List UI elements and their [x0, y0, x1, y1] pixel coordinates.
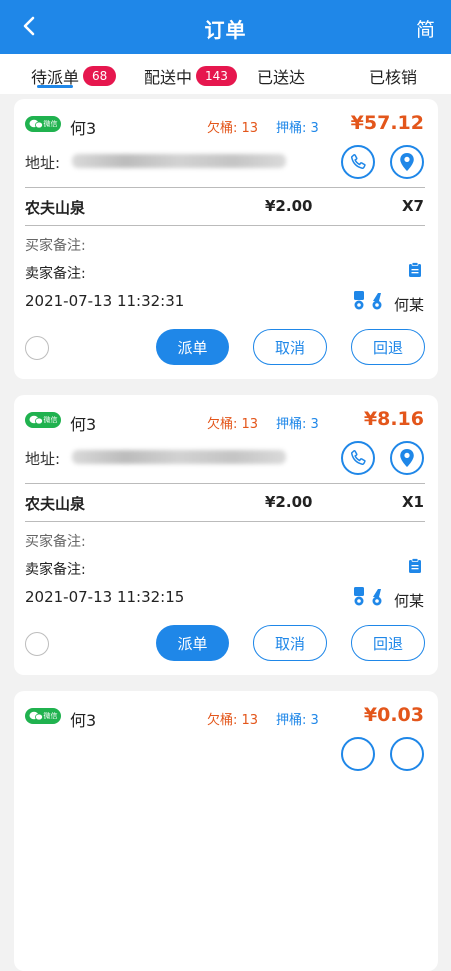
select-order-checkbox[interactable] [25, 632, 49, 656]
wechat-source-badge: 微信 [25, 116, 61, 132]
cancel-button[interactable]: 取消 [253, 329, 327, 365]
product-price: ¥2.00 [265, 197, 313, 215]
navigate-button[interactable] [390, 737, 424, 771]
return-button[interactable]: 回退 [351, 329, 425, 365]
owed-buckets: 欠桶: 13 [207, 417, 259, 432]
select-order-checkbox[interactable] [25, 336, 49, 360]
location-pin-icon [400, 153, 414, 171]
deposit-buckets: 押桶: 3 [276, 713, 319, 728]
address-label: 地址: [25, 154, 61, 172]
call-button[interactable] [341, 441, 375, 475]
address-value-blurred [72, 450, 286, 464]
customer-name: 何3 [70, 415, 97, 434]
buyer-note-label: 买家备注: [25, 238, 86, 254]
scooter-icon [353, 291, 382, 310]
wechat-source-badge: 微信 [25, 412, 61, 428]
product-name: 农夫山泉 [25, 199, 86, 217]
navigate-button[interactable] [390, 441, 424, 475]
wechat-icon [29, 119, 43, 129]
wechat-label: 微信 [43, 712, 58, 720]
deposit-buckets: 押桶: 3 [276, 121, 319, 136]
status-tabs: 待派单 68 配送中 143 已送达 已核销 [0, 54, 451, 94]
phone-icon [350, 154, 366, 170]
dispatch-button[interactable]: 派单 [156, 329, 229, 365]
language-toggle-button[interactable]: 简 [416, 15, 435, 42]
customer-name: 何3 [70, 711, 97, 730]
divider [25, 225, 425, 226]
count-badge: 143 [196, 66, 237, 86]
tab-delivered[interactable]: 已送达 [257, 64, 305, 88]
product-name: 农夫山泉 [25, 495, 86, 513]
page-title: 订单 [204, 18, 247, 42]
tab-label: 已送达 [257, 68, 306, 87]
owed-buckets: 欠桶: 13 [207, 121, 259, 136]
address-label: 地址: [25, 450, 61, 468]
divider [25, 483, 425, 484]
call-button[interactable] [341, 737, 375, 771]
location-pin-icon [400, 449, 414, 467]
active-tab-indicator [37, 85, 73, 88]
divider [25, 187, 425, 188]
order-time: 2021-07-13 11:32:31 [25, 292, 185, 310]
wechat-source-badge: 微信 [25, 708, 61, 724]
order-total: ¥8.16 [363, 408, 424, 430]
product-price: ¥2.00 [265, 493, 313, 511]
owed-buckets: 欠桶: 13 [207, 713, 259, 728]
wechat-icon [29, 415, 43, 425]
order-total: ¥0.03 [363, 704, 424, 726]
tab-delivering[interactable]: 配送中 143 [144, 64, 237, 88]
phone-icon [350, 450, 366, 466]
order-card: 微信 何3 欠桶: 13 押桶: 3 ¥8.16 地址: 农夫山泉 ¥2.00 … [14, 395, 438, 675]
order-time: 2021-07-13 11:32:15 [25, 588, 185, 606]
wechat-label: 微信 [43, 416, 58, 424]
order-card: 微信 何3 欠桶: 13 押桶: 3 ¥0.03 [14, 691, 438, 971]
order-total: ¥57.12 [350, 112, 424, 134]
divider [25, 521, 425, 522]
cancel-button[interactable]: 取消 [253, 625, 327, 661]
wechat-label: 微信 [43, 120, 58, 128]
navigate-button[interactable] [390, 145, 424, 179]
buyer-note-label: 买家备注: [25, 534, 86, 550]
call-button[interactable] [341, 145, 375, 179]
seller-note-label: 卖家备注: [25, 266, 86, 282]
scooter-icon [353, 587, 382, 606]
courier-name: 何某 [393, 592, 424, 610]
count-badge: 68 [83, 66, 117, 86]
tab-label: 已核销 [369, 68, 418, 87]
deposit-buckets: 押桶: 3 [276, 417, 319, 432]
edit-note-icon[interactable] [408, 262, 422, 278]
tab-verified[interactable]: 已核销 [369, 64, 417, 88]
seller-note-label: 卖家备注: [25, 562, 86, 578]
wechat-icon [29, 711, 43, 721]
edit-note-icon[interactable] [408, 558, 422, 574]
address-value-blurred [72, 154, 286, 168]
order-card: 微信 何3 欠桶: 13 押桶: 3 ¥57.12 地址: 农夫山泉 ¥2.00… [14, 99, 438, 379]
customer-name: 何3 [70, 119, 97, 138]
product-qty: X7 [401, 197, 424, 215]
app-header: 订单 简 [0, 0, 451, 54]
dispatch-button[interactable]: 派单 [156, 625, 229, 661]
return-button[interactable]: 回退 [351, 625, 425, 661]
tab-label: 配送中 [144, 68, 193, 87]
courier-name: 何某 [393, 296, 424, 314]
product-qty: X1 [401, 493, 424, 511]
